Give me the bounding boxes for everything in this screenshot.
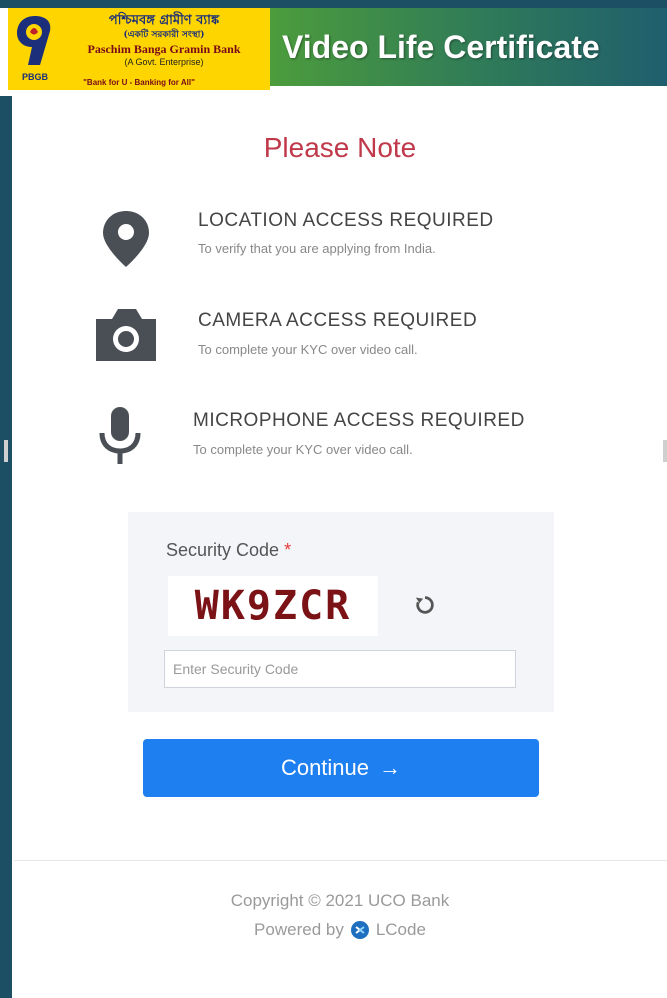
lcode-brand[interactable]: LCode [376, 920, 426, 940]
microphone-icon [99, 407, 141, 464]
permission-desc: To verify that you are applying from Ind… [198, 241, 436, 256]
security-code-input[interactable] [164, 650, 516, 688]
copyright-text: Copyright © 2021 UCO Bank [230, 891, 450, 910]
permission-location: LOCATION ACCESS REQUIRED To verify that … [0, 205, 667, 285]
security-code-label: Security Code * [166, 540, 291, 561]
permission-microphone: MICROPHONE ACCESS REQUIRED To complete y… [0, 405, 667, 485]
powered-by-label: Powered by [254, 920, 344, 939]
security-code-label-text: Security Code [166, 540, 280, 560]
lcode-logo-icon [350, 921, 369, 939]
footer-divider [14, 860, 667, 861]
permission-desc: To complete your KYC over video call. [193, 442, 413, 457]
permission-camera: CAMERA ACCESS REQUIRED To complete your … [0, 305, 667, 385]
pbgb-logo-icon [17, 16, 51, 65]
header: PBGB পশ্চিমবঙ্গ গ্রামীণ ব্যাঙ্ক (একটি সর… [0, 0, 667, 96]
required-mark: * [284, 540, 292, 560]
bank-name-en: Paschim Banga Gramin Bank [87, 42, 241, 56]
page-title: Video Life Certificate [270, 8, 667, 86]
powered-by: Powered by LCode [0, 920, 667, 940]
top-stripe [0, 0, 667, 8]
permission-title: MICROPHONE ACCESS REQUIRED [193, 410, 525, 431]
captcha-image: WK9ZCR [168, 576, 378, 636]
continue-button[interactable]: Continue → [143, 739, 539, 797]
note-title: Please Note [263, 132, 417, 163]
bank-sub-en: (A Govt. Enterprise) [124, 57, 204, 67]
edge-marker [4, 440, 8, 462]
bank-tagline: "Bank for U - Banking for All" [83, 78, 195, 87]
permission-desc: To complete your KYC over video call. [198, 342, 418, 357]
bank-logo: PBGB পশ্চিমবঙ্গ গ্রামীণ ব্যাঙ্ক (একটি সর… [8, 8, 270, 90]
camera-icon [96, 309, 156, 361]
edge-marker [663, 440, 667, 462]
security-card: Security Code * WK9ZCR [128, 512, 554, 712]
location-pin-icon [103, 211, 149, 267]
bank-sub-bn: (একটি সরকারী সংস্থা) [123, 30, 205, 40]
bank-name-bn: পশ্চিমবঙ্গ গ্রামীণ ব্যাঙ্ক [108, 13, 220, 28]
permission-title: LOCATION ACCESS REQUIRED [198, 210, 494, 231]
refresh-icon[interactable] [414, 594, 436, 616]
bank-name-block: পশ্চিমবঙ্গ গ্রামীণ ব্যাঙ্ক (একটি সরকারী … [60, 12, 268, 68]
continue-label: Continue [280, 755, 370, 780]
arrow-right-icon: → [379, 755, 402, 780]
permission-title: CAMERA ACCESS REQUIRED [198, 310, 478, 331]
